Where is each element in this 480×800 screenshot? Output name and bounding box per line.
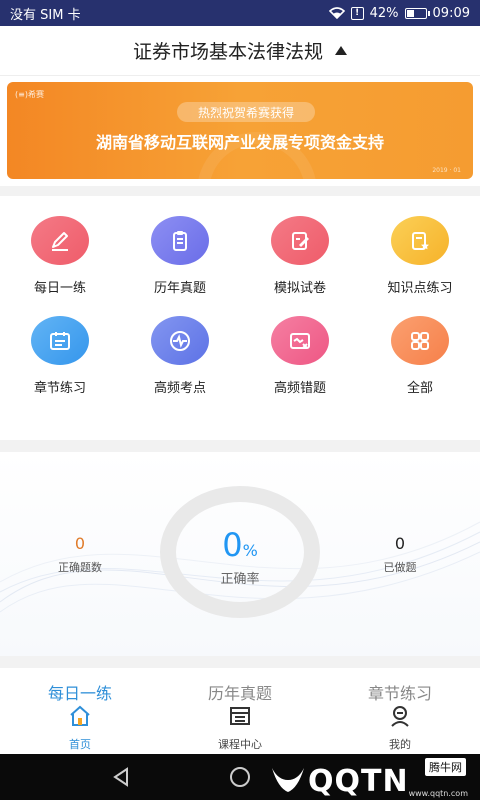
grid-item-chapter-practice[interactable]: 章节练习 bbox=[0, 296, 120, 396]
edit-paper-icon bbox=[271, 216, 329, 265]
home-circle-icon[interactable] bbox=[228, 766, 252, 788]
correct-count-stat: 0 正确题数 bbox=[40, 534, 120, 575]
banner-headline: 湖南省移动互联网产业发展专项资金支持 bbox=[95, 133, 384, 152]
stats-panel: 0 正确题数 0% 正确率 0 已做题 bbox=[0, 452, 480, 656]
promo-banner[interactable]: (≡)希赛 热烈祝贺希赛获得 湖南省移动互联网产业发展专项资金支持 2019 ·… bbox=[7, 82, 473, 179]
grid-item-label: 高频考点 bbox=[153, 381, 206, 396]
grid-item-label: 章节练习 bbox=[33, 381, 86, 396]
pulse-icon bbox=[151, 316, 209, 365]
wifi-icon bbox=[328, 7, 345, 19]
star-doc-icon bbox=[391, 216, 449, 265]
pencil-icon bbox=[31, 216, 89, 265]
nav-top-label[interactable]: 章节练习 bbox=[320, 680, 480, 704]
profile-icon bbox=[391, 706, 409, 727]
nav-label: 首页 bbox=[69, 738, 91, 751]
grid-item-knowledge-practice[interactable]: 知识点练习 bbox=[360, 196, 480, 296]
system-nav-bar: QQTN 腾牛网 www.qqtn.com bbox=[0, 754, 480, 800]
page-title[interactable]: 证券市场基本法律法规 bbox=[133, 37, 323, 64]
grid-item-label: 每日一练 bbox=[33, 281, 86, 296]
accuracy-value: 0% bbox=[160, 526, 320, 564]
grid-item-label: 全部 bbox=[406, 381, 433, 396]
page-header[interactable]: 证券市场基本法律法规 bbox=[0, 26, 480, 76]
battery-icon bbox=[404, 7, 430, 19]
bottom-nav: 每日一练 首页 历年真题 课程中心 章节练习 我的 bbox=[0, 668, 480, 754]
course-icon bbox=[230, 707, 250, 725]
battery-percent: 42% bbox=[369, 5, 399, 21]
grid-item-mock-exam[interactable]: 模拟试卷 bbox=[240, 196, 360, 296]
nav-top-label[interactable]: 历年真题 bbox=[160, 680, 320, 704]
calendar-list-icon bbox=[31, 316, 89, 365]
grid-item-hot-points[interactable]: 高频考点 bbox=[120, 296, 240, 396]
done-count-label: 已做题 bbox=[383, 561, 417, 574]
grid-icon bbox=[391, 316, 449, 365]
nav-home[interactable]: 每日一练 首页 bbox=[0, 668, 160, 754]
watermark-text: QQTN bbox=[308, 764, 409, 799]
watermark-url: www.qqtn.com bbox=[408, 789, 468, 798]
watermark-tag: 腾牛网 bbox=[425, 758, 466, 776]
alarm-icon: ! bbox=[350, 6, 364, 20]
banner-container: (≡)希赛 热烈祝贺希赛获得 湖南省移动互联网产业发展专项资金支持 2019 ·… bbox=[0, 76, 480, 186]
banner-corner-text: 2019 · 01 bbox=[432, 167, 461, 174]
bull-logo-icon bbox=[272, 768, 304, 792]
battery-fill bbox=[406, 9, 414, 17]
grid-item-daily-practice[interactable]: 每日一练 bbox=[0, 196, 120, 296]
accuracy-label: 正确率 bbox=[220, 572, 260, 587]
nav-top-label[interactable]: 每日一练 bbox=[0, 680, 160, 704]
clock: 09:09 bbox=[432, 5, 470, 21]
status-bar: 没有 SIM 卡 ! 42% 09:09 bbox=[0, 0, 480, 26]
grid-item-label: 高频错题 bbox=[273, 381, 326, 396]
nav-course-center[interactable]: 历年真题 课程中心 bbox=[160, 668, 320, 754]
clipboard-icon bbox=[151, 216, 209, 265]
nav-profile[interactable]: 章节练习 我的 bbox=[320, 668, 480, 754]
back-icon[interactable] bbox=[110, 766, 132, 788]
accuracy-unit: % bbox=[242, 541, 258, 560]
error-card-icon bbox=[271, 316, 329, 365]
feature-grid: 每日一练 历年真题 模拟试卷 知识点练习 章节练习 高频考点 高频错题 全部 bbox=[0, 196, 480, 440]
done-count-stat: 0 已做题 bbox=[360, 534, 440, 575]
status-right: ! 42% 09:09 bbox=[328, 5, 470, 21]
grid-item-label: 模拟试卷 bbox=[273, 281, 326, 296]
banner-pill: 热烈祝贺希赛获得 bbox=[177, 102, 315, 122]
grid-item-hot-errors[interactable]: 高频错题 bbox=[240, 296, 360, 396]
caret-up-icon[interactable] bbox=[335, 46, 347, 55]
grid-item-label: 历年真题 bbox=[153, 281, 206, 296]
grid-item-all[interactable]: 全部 bbox=[360, 296, 480, 396]
accuracy-number: 0 bbox=[222, 526, 243, 564]
banner-logo: (≡)希赛 bbox=[15, 90, 44, 99]
nav-label: 我的 bbox=[389, 738, 411, 751]
done-count-value: 0 bbox=[394, 534, 406, 553]
correct-count-value: 0 bbox=[74, 534, 86, 553]
watermark-logo: QQTN 腾牛网 www.qqtn.com bbox=[268, 758, 478, 799]
grid-item-label: 知识点练习 bbox=[387, 281, 453, 296]
grid-item-past-exams[interactable]: 历年真题 bbox=[120, 196, 240, 296]
nav-label: 课程中心 bbox=[218, 738, 262, 751]
correct-count-label: 正确题数 bbox=[58, 561, 102, 574]
home-icon bbox=[70, 705, 90, 726]
carrier-text: 没有 SIM 卡 bbox=[10, 7, 81, 23]
